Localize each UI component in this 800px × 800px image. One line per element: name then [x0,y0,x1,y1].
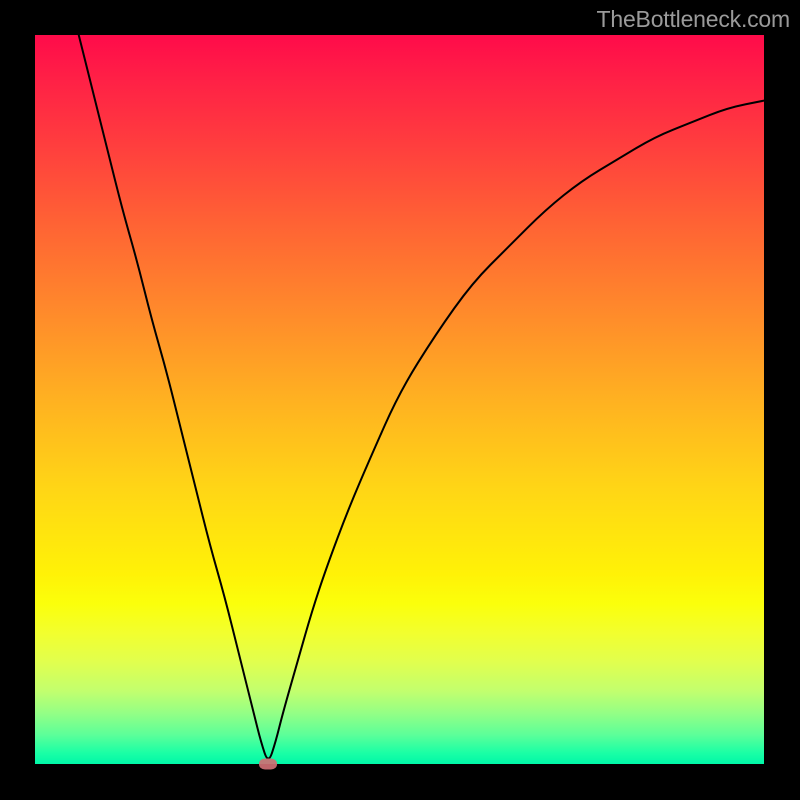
chart-frame: TheBottleneck.com [0,0,800,800]
watermark-text: TheBottleneck.com [597,6,790,33]
plot-area [35,35,764,764]
